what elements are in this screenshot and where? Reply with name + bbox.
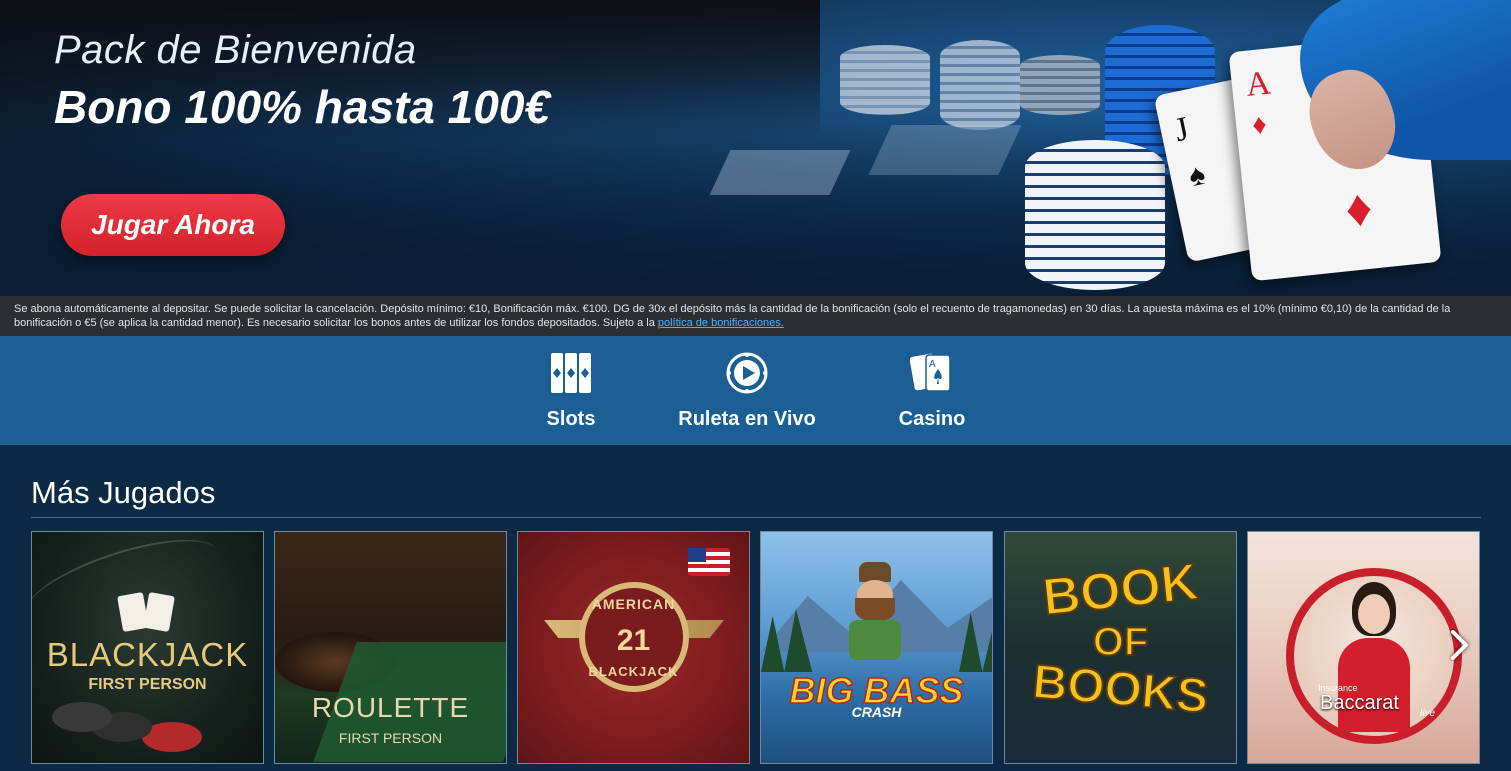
game-tile-roulette-first-person[interactable]: ROULETTE FIRST PERSON [274, 531, 507, 764]
chips-decoration [52, 702, 112, 732]
bonus-terms-disclaimer: Se abona automáticamente al depositar. S… [0, 296, 1511, 336]
play-now-button[interactable]: Jugar Ahora [61, 194, 285, 256]
hero-subtitle: Pack de Bienvenida [54, 28, 417, 72]
category-casino[interactable]: A Casino [892, 350, 972, 431]
chip-stack-back-1 [840, 45, 930, 115]
chevron-right-icon [1451, 630, 1468, 660]
roulette-icon [678, 350, 816, 396]
game-title: ROULETTE [311, 692, 470, 723]
carousel-next-button[interactable] [1442, 627, 1478, 663]
game-tile-american-blackjack[interactable]: AMERICAN 21 BLACKJACK [517, 531, 750, 764]
game-subtitle: FIRST PERSON [88, 676, 207, 693]
game-subtitle: FIRST PERSON [338, 730, 443, 746]
fisherman-image [845, 562, 905, 662]
category-live-roulette[interactable]: Ruleta en Vivo [678, 350, 816, 431]
category-slots[interactable]: Slots [530, 350, 612, 431]
table-card-outline [868, 125, 1022, 175]
game-tile-book-of-books[interactable]: BOOK OF BOOKS [1004, 531, 1237, 764]
section-title: Más Jugados [31, 475, 216, 510]
slots-icon [530, 350, 612, 396]
category-label: Casino [898, 408, 966, 430]
most-played-section: Más Jugados BLACKJACK FIRST PERSON ROULE… [0, 445, 1511, 771]
game-title: BLACKJACK [46, 636, 249, 673]
chip-stack-back-2 [940, 40, 1020, 130]
svg-text:A: A [929, 359, 936, 370]
game-subtitle: BLACKJACK [588, 664, 679, 679]
chip-stack-back-3 [1020, 55, 1100, 115]
category-label: Slots [546, 408, 596, 430]
category-nav: Slots Ruleta en Vivo A Casino [0, 336, 1511, 445]
us-flag-icon [688, 548, 730, 576]
game-tile-blackjack-first-person[interactable]: BLACKJACK FIRST PERSON [31, 531, 264, 764]
game-number: 21 [616, 624, 651, 657]
bonus-policy-link[interactable]: política de bonificaciones. [658, 317, 784, 329]
game-subtitle: live [1420, 708, 1436, 719]
hero-banner[interactable]: J ♠ A ♦ ♦ Pack de Bienvenida Bono 100% h… [0, 0, 1511, 296]
category-label: Ruleta en Vivo [678, 408, 816, 430]
chip-stack-white [1025, 140, 1165, 290]
game-title: Baccarat [1320, 692, 1399, 714]
cards-icon: A [892, 350, 972, 396]
game-title: AMERICAN [591, 596, 676, 612]
table-card-outline [709, 150, 851, 195]
game-subtitle: CRASH [851, 704, 902, 720]
cards-icon [117, 592, 176, 632]
game-tile-big-bass-crash[interactable]: BIG BASS CRASH [760, 531, 993, 764]
hero-title: Bono 100% hasta 100€ [54, 81, 551, 133]
section-divider [31, 517, 1481, 518]
